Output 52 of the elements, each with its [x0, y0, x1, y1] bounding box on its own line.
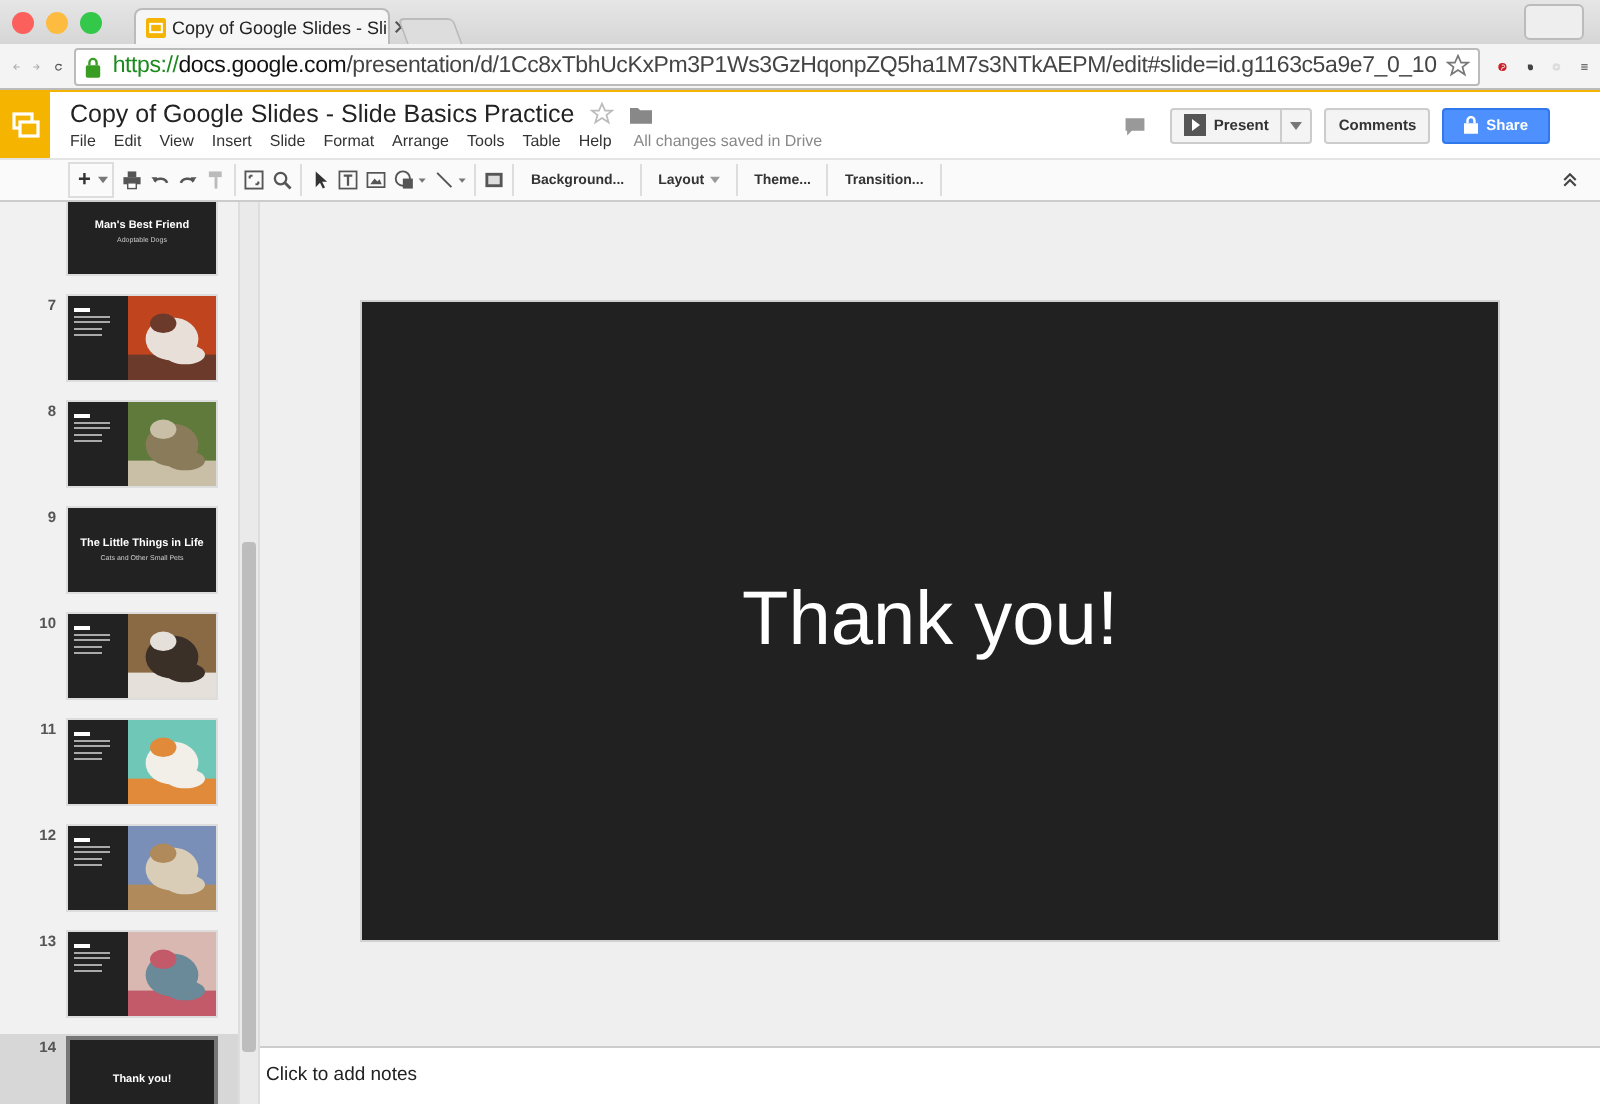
current-slide[interactable]: Thank you!: [360, 299, 1500, 941]
play-icon: [1183, 114, 1206, 136]
caret-icon: [710, 176, 721, 184]
menu-item[interactable]: File: [70, 132, 114, 150]
menu-item[interactable]: Edit: [113, 132, 160, 150]
menu-item[interactable]: Tools: [467, 132, 523, 150]
scrollbar-thumb[interactable]: [242, 542, 256, 1052]
comment-icon[interactable]: [1123, 115, 1146, 135]
tab-title: Copy of Google Slides - Sli: [172, 17, 388, 37]
menu-item[interactable]: Help: [578, 132, 630, 150]
caret-icon[interactable]: [98, 176, 109, 184]
image-icon[interactable]: [366, 170, 387, 190]
present-options-button[interactable]: [1282, 107, 1313, 143]
thumbnail-text-lines: [74, 732, 110, 760]
speaker-notes-field[interactable]: Click to add notes: [260, 1046, 1600, 1104]
zoom-icon[interactable]: [272, 170, 293, 190]
save-status: All changes saved in Drive: [633, 132, 823, 150]
print-icon[interactable]: [122, 170, 143, 190]
document-title[interactable]: Copy of Google Slides - Slide Basics Practice: [70, 100, 575, 128]
menu-item[interactable]: Insert: [211, 132, 270, 150]
slide-thumbnail[interactable]: [66, 718, 218, 806]
lock-icon: [84, 55, 103, 77]
fit-icon[interactable]: [244, 170, 265, 190]
star-icon[interactable]: [590, 102, 615, 126]
line-icon[interactable]: [434, 170, 467, 190]
menu-item[interactable]: Table: [522, 132, 579, 150]
thumbnail-text-lines: [74, 626, 110, 654]
thumbnail-text-lines: [74, 414, 110, 442]
menu-item[interactable]: Format: [323, 132, 393, 150]
slide-text[interactable]: Thank you!: [742, 577, 1118, 663]
thumbnail-text-lines: [74, 308, 110, 336]
text-box-icon[interactable]: [338, 170, 359, 190]
menu-item[interactable]: View: [159, 132, 212, 150]
collapse-icon[interactable]: [1560, 170, 1580, 190]
thumbnail-text-lines: [74, 838, 110, 866]
lock-icon: [1464, 116, 1479, 134]
slide-thumbnail[interactable]: [66, 612, 218, 700]
bookmark-star-icon[interactable]: [1446, 54, 1471, 78]
select-cursor-icon[interactable]: [310, 170, 331, 190]
address-bar[interactable]: https://docs.google.com/presentation/d/1Cc8xTbhUcKxPm3P1Ws3GzHqonpZQ5ha1M7s3NTkAEPM/edit#slide=id.g1163c5a9e7_0_10: [74, 47, 1481, 85]
slide-thumbnail[interactable]: [66, 824, 218, 912]
menu-item[interactable]: Slide: [269, 132, 324, 150]
slide-thumbnail[interactable]: [66, 400, 218, 488]
slide-thumbnail[interactable]: [66, 294, 218, 382]
folder-icon[interactable]: [630, 105, 653, 123]
slide-thumbnail[interactable]: [66, 930, 218, 1018]
slides-icon: [146, 17, 166, 37]
slide-icon[interactable]: [484, 170, 505, 190]
menu-item[interactable]: Arrange: [392, 132, 468, 150]
caret-icon: [1290, 121, 1303, 129]
shape-icon[interactable]: [394, 170, 427, 190]
thumbnail-text-lines: [74, 944, 110, 972]
